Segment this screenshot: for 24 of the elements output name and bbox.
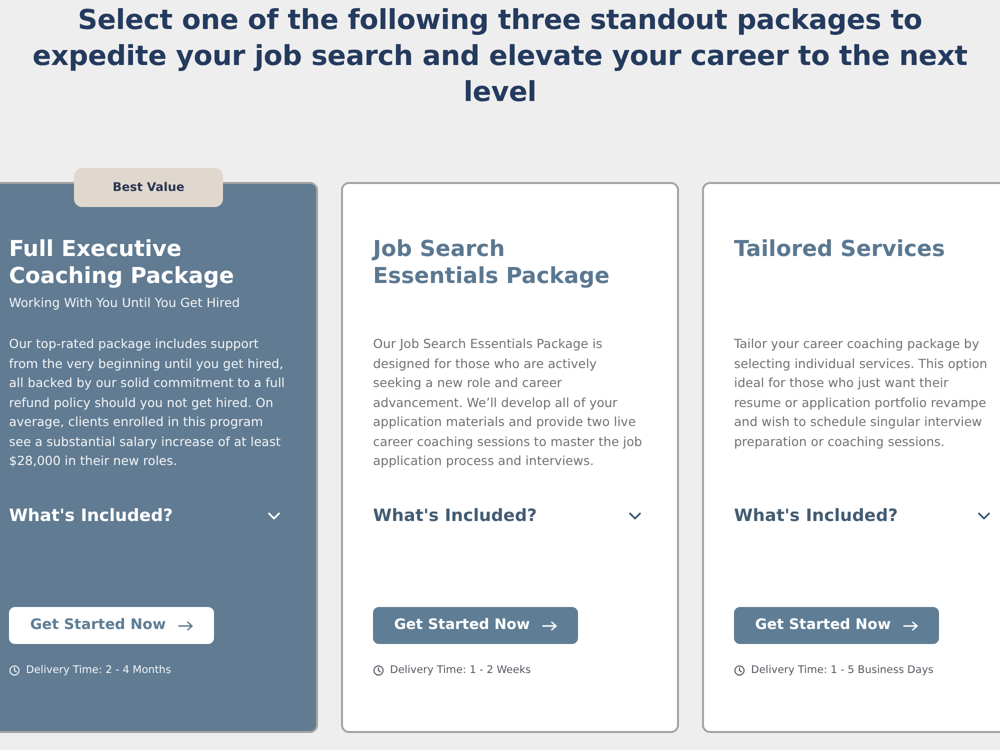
package-description: Tailor your career coaching package by selecting individual services. This option ideal for those who just want their resume or application portfolio revampe and wish to schedule singular interview preparation or coaching sessions.	[734, 335, 988, 451]
delivery-time: Delivery Time: 1 - 2 Weeks	[390, 663, 531, 677]
get-started-button[interactable]: Get Started Now	[373, 607, 578, 644]
package-subtitle: Working With You Until You Get Hired	[9, 294, 241, 312]
page-heading: Select one of the following three standout packages to expedite your job search and elevate your career to the next level	[32, 3, 968, 110]
clock-icon	[734, 664, 745, 676]
package-description: Our top-rated package includes support from the very beginning until you get hired, all backed by our solid commitment to a full refund policy should you not get hired. On average, clients enrolled in this program see a substantial salary increase of at least $28,000 in their new roles.	[9, 335, 286, 470]
clock-icon	[373, 664, 384, 676]
package-title: Tailored Services	[734, 236, 946, 263]
arrow-right-icon	[902, 620, 918, 630]
get-started-button[interactable]: Get Started Now	[734, 607, 939, 644]
whats-included-toggle[interactable]: What's Included?	[9, 504, 286, 528]
arrow-right-icon	[542, 620, 557, 630]
delivery-time: Delivery Time: 1 - 5 Business Days	[751, 663, 934, 677]
get-started-button[interactable]: Get Started Now	[9, 607, 214, 644]
clock-icon	[9, 664, 20, 676]
delivery-time: Delivery Time: 2 - 4 Months	[26, 663, 172, 677]
whats-included-toggle[interactable]: What's Included?	[734, 504, 996, 528]
package-title: Job Search Essentials Package	[373, 236, 611, 290]
package-description: Our Job Search Essentials Package is designed for those who are actively seeking a new role and career advancement. We’ll develop all of your application materials and provide two live career coaching sessions to master the job application process and interviews.	[373, 335, 644, 470]
whats-included-toggle[interactable]: What's Included?	[373, 504, 647, 528]
package-title: Full Executive Coaching Package	[9, 236, 235, 290]
arrow-right-icon	[178, 620, 193, 630]
featured-badge: Best Value	[74, 168, 223, 207]
